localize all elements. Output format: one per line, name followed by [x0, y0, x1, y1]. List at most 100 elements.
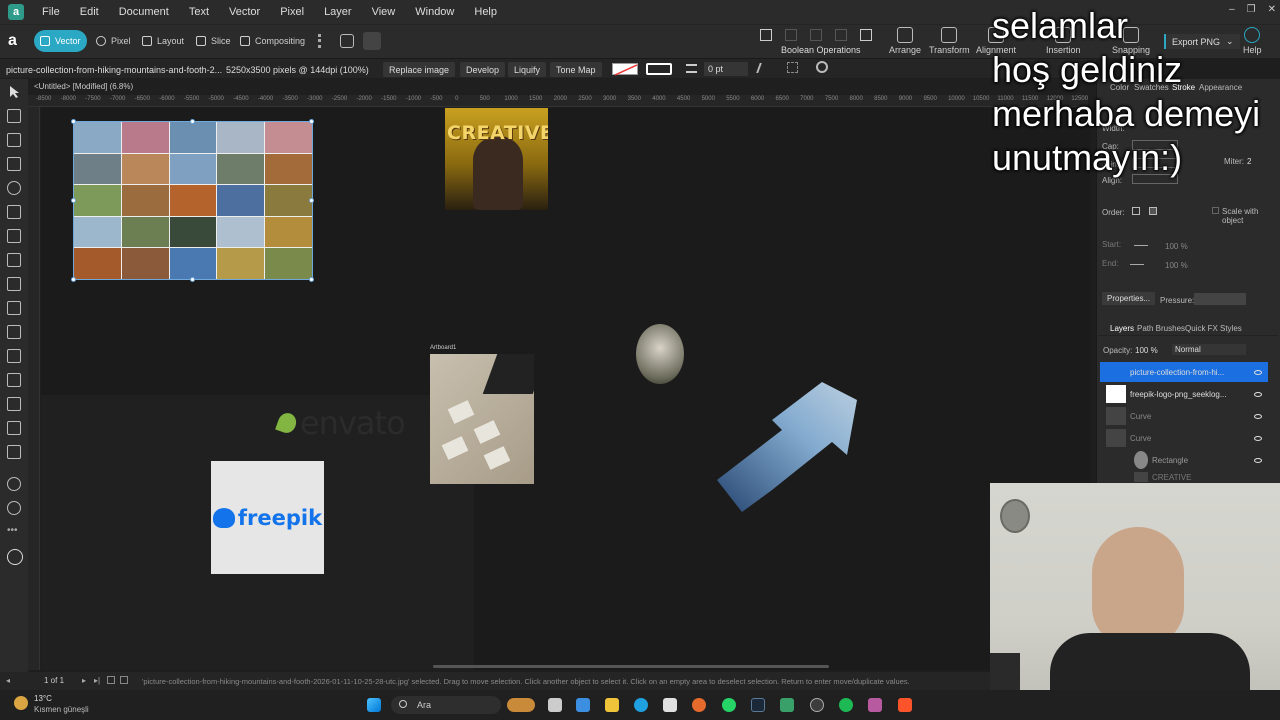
- settings-icon[interactable]: [810, 698, 824, 712]
- tone-map-button[interactable]: Tone Map: [550, 62, 602, 77]
- text-tool-icon[interactable]: [7, 325, 21, 339]
- app-menu-icon[interactable]: a: [8, 32, 26, 50]
- node-tool-icon[interactable]: [7, 109, 21, 123]
- brave-icon[interactable]: [898, 698, 912, 712]
- tab-layers[interactable]: Layers: [1110, 324, 1134, 333]
- menu-layer[interactable]: Layer: [314, 6, 362, 18]
- start-arrowhead[interactable]: [1134, 245, 1148, 246]
- transparency-tool-icon[interactable]: [7, 397, 21, 411]
- hand-tool-icon[interactable]: [7, 477, 21, 491]
- pen-tool-icon[interactable]: [7, 205, 21, 219]
- persona-pixel[interactable]: Pixel: [90, 30, 137, 52]
- artboard-image[interactable]: [430, 354, 534, 484]
- menu-pixel[interactable]: Pixel: [270, 6, 314, 18]
- affinity-taskbar-icon[interactable]: [780, 698, 794, 712]
- crop-icon[interactable]: [787, 62, 798, 73]
- menu-vector[interactable]: Vector: [219, 6, 270, 18]
- pressure-curve[interactable]: [1194, 293, 1246, 305]
- whatsapp-icon[interactable]: [722, 698, 736, 712]
- stroke-swatch[interactable]: [646, 63, 672, 75]
- menu-view[interactable]: View: [362, 6, 406, 18]
- layer-row[interactable]: Curve: [1100, 428, 1268, 448]
- start-scale[interactable]: 100 %: [1165, 242, 1188, 251]
- eyedropper-tool-icon[interactable]: [7, 421, 21, 435]
- blend-mode-select[interactable]: Normal: [1172, 344, 1246, 355]
- opacity-value[interactable]: 100 %: [1135, 346, 1158, 355]
- fill-swatch[interactable]: [612, 63, 638, 76]
- layer-row[interactable]: Curve: [1100, 406, 1268, 426]
- horizontal-scrollbar[interactable]: [433, 665, 829, 668]
- app-icon[interactable]: [868, 698, 882, 712]
- menu-help[interactable]: Help: [464, 6, 507, 18]
- develop-button[interactable]: Develop: [460, 62, 506, 77]
- order-front-icon[interactable]: [1149, 207, 1157, 215]
- point-transform-icon[interactable]: [7, 157, 21, 171]
- boolean-subtract-icon[interactable]: [785, 29, 797, 41]
- envato-logo[interactable]: envato: [275, 404, 406, 442]
- first-page-icon[interactable]: ◂: [6, 676, 10, 685]
- layer-row[interactable]: CREATIVE: [1100, 472, 1268, 482]
- selection-handle[interactable]: [71, 198, 76, 203]
- brush-tool-icon[interactable]: [7, 253, 21, 267]
- end-scale[interactable]: 100 %: [1165, 261, 1188, 270]
- pen-icon[interactable]: [756, 63, 770, 73]
- spread-icon[interactable]: [120, 676, 128, 684]
- document-tab[interactable]: <Untitled> [Modified] (6.8%): [34, 82, 133, 91]
- photo-collage-image[interactable]: [73, 121, 313, 280]
- menu-document[interactable]: Document: [109, 6, 179, 18]
- spotify-icon[interactable]: [839, 698, 853, 712]
- grid-icon[interactable]: [363, 32, 381, 50]
- tab-styles[interactable]: Styles: [1220, 324, 1242, 333]
- persona-vector[interactable]: Vector: [34, 30, 87, 52]
- steam-icon[interactable]: [751, 698, 765, 712]
- task-view-icon[interactable]: [548, 698, 562, 712]
- visibility-eye-icon[interactable]: [1254, 457, 1262, 463]
- tab-path-brushes[interactable]: Path Brushes: [1137, 324, 1185, 333]
- selection-handle[interactable]: [71, 277, 76, 282]
- boolean-xor-icon[interactable]: [835, 29, 847, 41]
- visibility-eye-icon[interactable]: [1254, 413, 1262, 419]
- menu-file[interactable]: File: [32, 6, 70, 18]
- boolean-add-icon[interactable]: [760, 29, 772, 41]
- corner-tool-icon[interactable]: [7, 133, 21, 147]
- persona-slice[interactable]: Slice: [190, 30, 237, 52]
- crop-tool-icon[interactable]: [7, 349, 21, 363]
- copilot-icon[interactable]: [576, 698, 590, 712]
- arrange-button[interactable]: Arrange: [889, 27, 921, 55]
- gear-icon[interactable]: [816, 61, 828, 73]
- more-icon[interactable]: [318, 34, 321, 48]
- visibility-eye-icon[interactable]: [1254, 369, 1262, 375]
- shape-tool-icon[interactable]: [340, 34, 354, 48]
- selection-handle[interactable]: [71, 119, 76, 124]
- tab-quick-fx[interactable]: Quick FX: [1185, 324, 1218, 333]
- selection-handle[interactable]: [190, 277, 195, 282]
- layer-row[interactable]: freepik-logo-png_seeklog...: [1100, 384, 1268, 404]
- stroke-style-icon[interactable]: [686, 64, 697, 73]
- fill-tool-icon[interactable]: [7, 277, 21, 291]
- page-icon[interactable]: [107, 676, 115, 684]
- menu-edit[interactable]: Edit: [70, 6, 109, 18]
- last-page-icon[interactable]: ▸|: [94, 676, 100, 685]
- more-tools-icon[interactable]: •••: [7, 526, 21, 541]
- gradient-tool-icon[interactable]: [7, 445, 21, 459]
- persona-layout[interactable]: Layout: [136, 30, 190, 52]
- creative-image[interactable]: CREATIVE: [445, 108, 548, 210]
- image-dimensions[interactable]: 5250x3500 pixels @ 144dpi (100%): [220, 62, 375, 77]
- color-picker-icon[interactable]: [7, 549, 23, 565]
- selection-handle[interactable]: [309, 119, 314, 124]
- menu-text[interactable]: Text: [179, 6, 219, 18]
- search-highlight-icon[interactable]: [507, 698, 535, 712]
- replace-image-button[interactable]: Replace image: [383, 62, 456, 77]
- move-tool-icon[interactable]: [7, 85, 21, 99]
- view-tool-icon[interactable]: [7, 181, 21, 195]
- stroke-width-field[interactable]: 0 pt: [704, 62, 748, 76]
- scale-checkbox[interactable]: [1212, 207, 1219, 214]
- selection-handle[interactable]: [309, 277, 314, 282]
- properties-button[interactable]: Properties...: [1102, 292, 1156, 305]
- liquify-button[interactable]: Liquify: [508, 62, 547, 77]
- image-tool-icon[interactable]: [7, 373, 21, 387]
- arrow-graphic[interactable]: [712, 380, 862, 516]
- end-arrowhead[interactable]: [1130, 264, 1144, 265]
- edge-icon[interactable]: [634, 698, 648, 712]
- layer-row[interactable]: picture-collection-from-hi...: [1100, 362, 1268, 382]
